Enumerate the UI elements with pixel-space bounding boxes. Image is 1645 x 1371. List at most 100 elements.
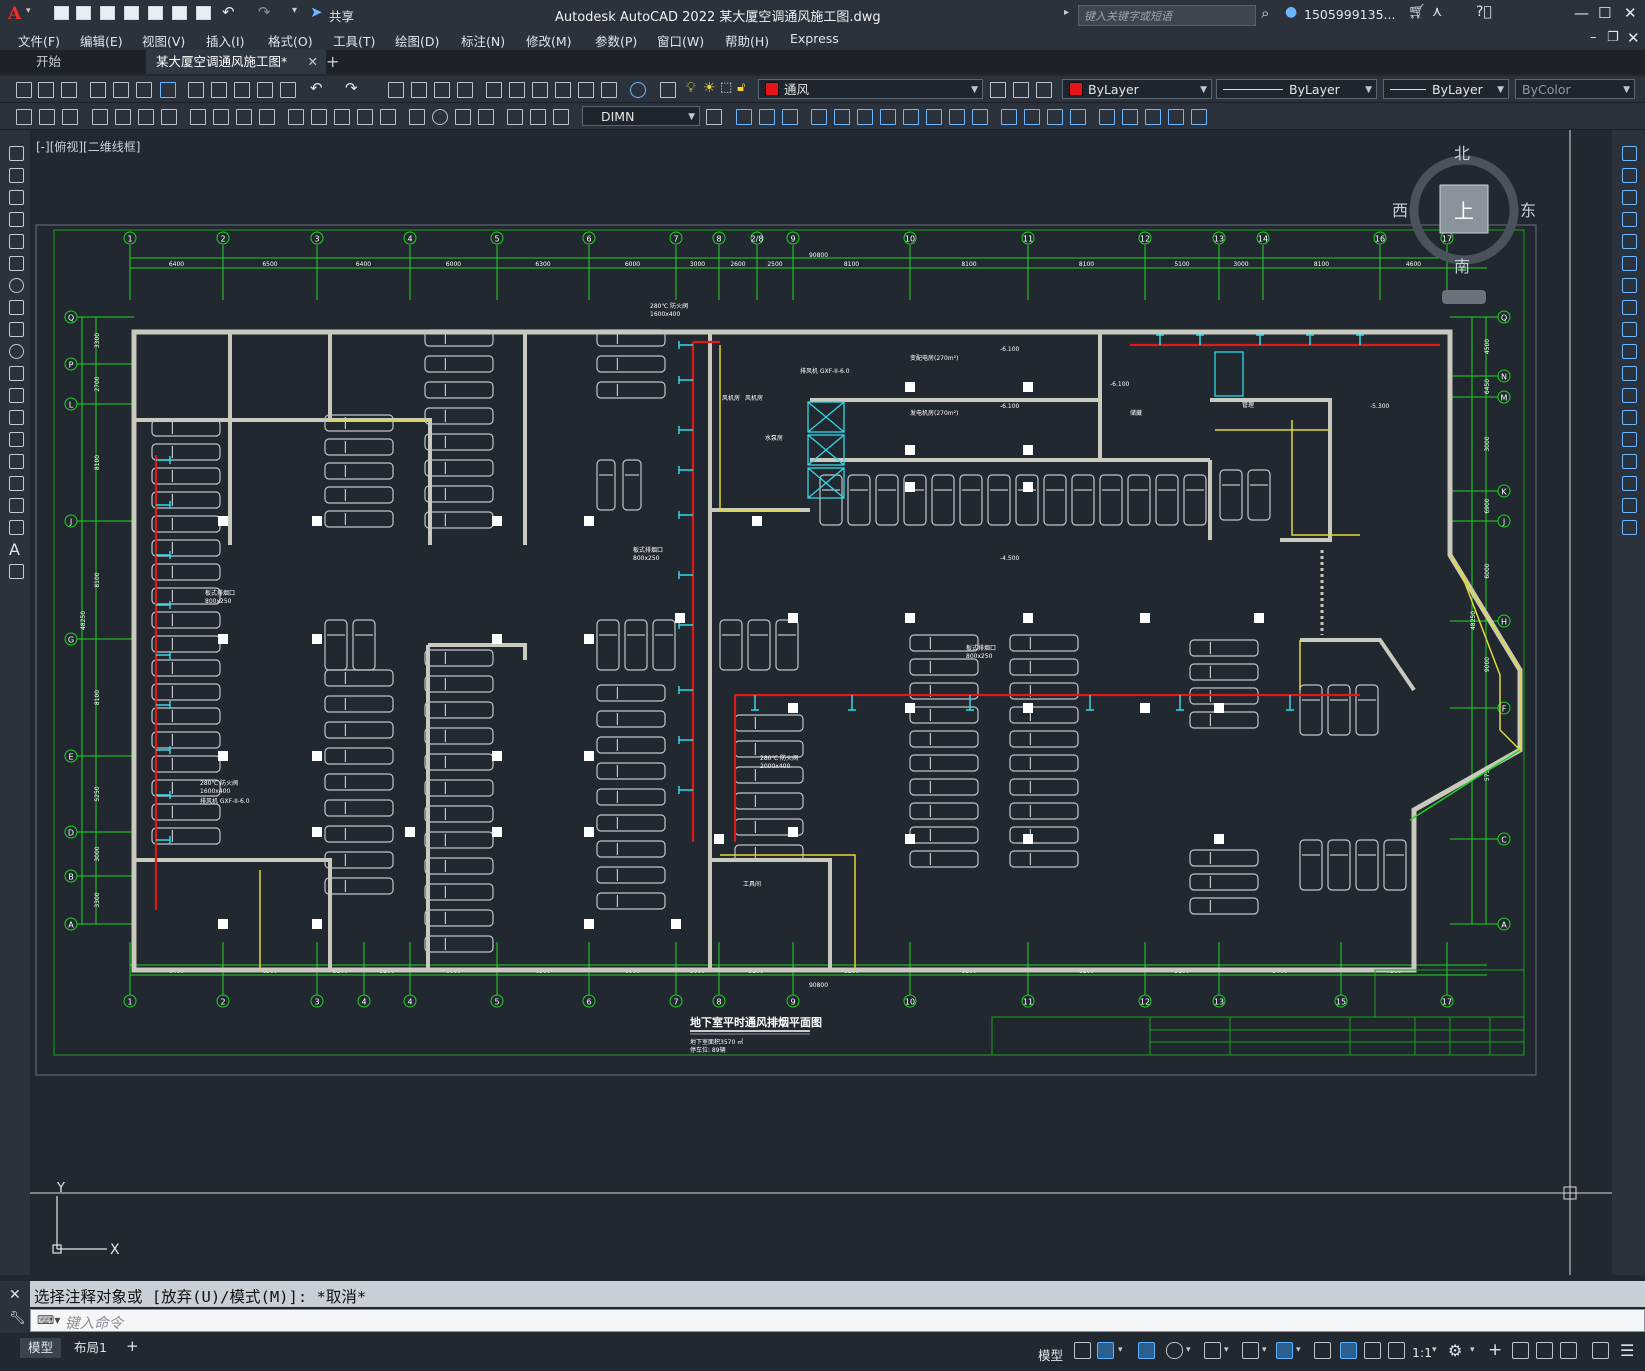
doc-restore-icon[interactable]: ❐ <box>1607 30 1619 45</box>
tab-model[interactable]: 模型 <box>20 1338 62 1358</box>
annotation-scale-value[interactable]: 1:1 <box>1412 1345 1432 1360</box>
isolate-objects-icon[interactable] <box>1560 1342 1577 1359</box>
close-button[interactable]: ✕ <box>1624 4 1637 22</box>
command-input[interactable]: ⌨︎▾ 键入命令 <box>30 1309 1645 1332</box>
autodesk-app-icon[interactable]: ⋏ <box>1432 4 1442 20</box>
scale-icon[interactable] <box>903 109 919 125</box>
blend-icon[interactable] <box>1122 109 1138 125</box>
erase-icon[interactable] <box>736 109 752 125</box>
fillet-icon[interactable] <box>1070 109 1086 125</box>
scale-icon[interactable] <box>1622 300 1637 315</box>
properties-icon[interactable] <box>486 82 502 98</box>
viewcube-north[interactable]: 北 <box>1454 144 1470 163</box>
join-icon[interactable] <box>1024 109 1040 125</box>
stretch-icon[interactable] <box>1622 322 1637 337</box>
insert-block-icon[interactable] <box>9 388 24 403</box>
viewcube-top-label[interactable]: 上 <box>1454 199 1474 223</box>
undo-icon[interactable]: ↶ <box>310 79 323 97</box>
preview-icon[interactable] <box>113 82 129 98</box>
diameter-dim-icon[interactable] <box>236 109 252 125</box>
layer-previous-icon[interactable] <box>1013 82 1029 98</box>
menu-format[interactable]: 格式(O) <box>268 31 313 50</box>
chevron-down-icon[interactable]: ▾ <box>1432 1345 1437 1355</box>
close-command-icon[interactable]: ✕ <box>9 1287 21 1303</box>
menu-view[interactable]: 视图(V) <box>142 31 185 50</box>
zoom-window-icon[interactable] <box>434 82 450 98</box>
quickcalc-icon[interactable] <box>601 82 617 98</box>
extend-icon[interactable] <box>972 109 988 125</box>
offset-icon[interactable] <box>1622 212 1637 227</box>
save-icon[interactable] <box>61 82 77 98</box>
layer-unlock-icon[interactable]: 🔓︎ <box>737 80 745 95</box>
circle-icon[interactable] <box>9 278 24 293</box>
array-icon[interactable] <box>834 109 850 125</box>
ellipse-icon[interactable] <box>9 344 24 359</box>
menu-window[interactable]: 窗口(W) <box>657 31 704 50</box>
chevron-down-icon[interactable]: ▾ <box>1262 1345 1267 1355</box>
units-icon[interactable] <box>1512 1342 1529 1359</box>
maximize-button[interactable]: ☐ <box>1598 4 1611 22</box>
object-snap-icon[interactable] <box>1276 1342 1293 1359</box>
chevron-down-icon[interactable]: ▾ <box>1296 1345 1301 1355</box>
zoom-realtime-icon[interactable] <box>411 82 427 98</box>
isodraft-icon[interactable] <box>1204 1342 1221 1359</box>
menu-express[interactable]: Express <box>790 31 839 46</box>
share-icon[interactable]: ➤ <box>310 3 323 21</box>
ortho-icon[interactable] <box>1138 1342 1155 1359</box>
chamfer-icon[interactable] <box>1047 109 1063 125</box>
layer-thaw-icon[interactable]: ☀ <box>703 80 716 96</box>
doc-minimize-icon[interactable]: – <box>1590 30 1597 45</box>
layer-on-icon[interactable]: 💡︎ <box>686 80 696 96</box>
center-mark-icon[interactable] <box>432 109 448 125</box>
gradient-icon[interactable] <box>9 476 24 491</box>
viewcube-west[interactable]: 西 <box>1392 201 1408 220</box>
menu-tools[interactable]: 工具(T) <box>333 31 375 50</box>
auto-scale-icon[interactable] <box>1364 1342 1381 1359</box>
model-space-button[interactable]: 模型 <box>1038 1345 1063 1364</box>
lineweight-icon[interactable] <box>1314 1342 1331 1359</box>
dim-space-icon[interactable] <box>357 109 373 125</box>
qnew-icon[interactable] <box>16 82 32 98</box>
polar-tracking-icon[interactable] <box>1166 1342 1183 1359</box>
dim-text-edit-icon[interactable] <box>530 109 546 125</box>
ordinate-dim-icon[interactable] <box>161 109 177 125</box>
menu-file[interactable]: 文件(F) <box>18 31 60 50</box>
layer-walk-icon[interactable] <box>62 109 78 125</box>
save-icon[interactable] <box>100 6 115 20</box>
cart-icon[interactable]: 🛒︎ <box>1408 4 1426 20</box>
web-icon[interactable] <box>160 82 176 98</box>
plot-icon[interactable] <box>196 6 211 20</box>
search-input[interactable]: 键入关键字或短语 <box>1078 5 1256 26</box>
web-save-icon[interactable] <box>148 6 163 20</box>
rotate-icon[interactable] <box>1622 278 1637 293</box>
break-icon[interactable] <box>1001 109 1017 125</box>
new-file-icon[interactable] <box>54 6 69 20</box>
menu-modify[interactable]: 修改(M) <box>526 31 572 50</box>
linetype-dropdown[interactable]: ByLayer ▼ <box>1216 79 1377 99</box>
point-icon[interactable] <box>9 432 24 447</box>
plot-icon[interactable] <box>90 82 106 98</box>
revcloud-icon[interactable] <box>9 300 24 315</box>
user-icon[interactable]: ● <box>1285 4 1297 20</box>
menu-edit[interactable]: 编辑(E) <box>80 31 123 50</box>
customize-quick-access-icon[interactable]: ▾ <box>292 5 297 16</box>
menu-draw[interactable]: 绘图(D) <box>395 31 439 50</box>
arc-length-icon[interactable] <box>138 109 154 125</box>
edit-polyline-icon[interactable] <box>1168 109 1184 125</box>
hatch-icon[interactable] <box>9 454 24 469</box>
fullscreen-icon[interactable] <box>1592 1342 1609 1359</box>
autocad-logo-icon[interactable]: A <box>8 4 21 24</box>
tab-close-icon[interactable]: ✕ <box>308 50 318 74</box>
baseline-dim-icon[interactable] <box>311 109 327 125</box>
array-icon[interactable] <box>1622 234 1637 249</box>
make-block-icon[interactable] <box>9 410 24 425</box>
chevron-down-icon[interactable]: ▾ <box>1470 1345 1475 1355</box>
mirror-icon[interactable] <box>1622 190 1637 205</box>
block-editor-icon[interactable] <box>280 82 296 98</box>
redo-icon[interactable]: ↷ <box>258 3 271 21</box>
copy-icon[interactable] <box>1622 168 1637 183</box>
doc-close-icon[interactable]: ✕ <box>1627 29 1640 47</box>
join-icon[interactable] <box>1622 432 1637 447</box>
aligned-dim-icon[interactable] <box>115 109 131 125</box>
move-icon[interactable] <box>857 109 873 125</box>
